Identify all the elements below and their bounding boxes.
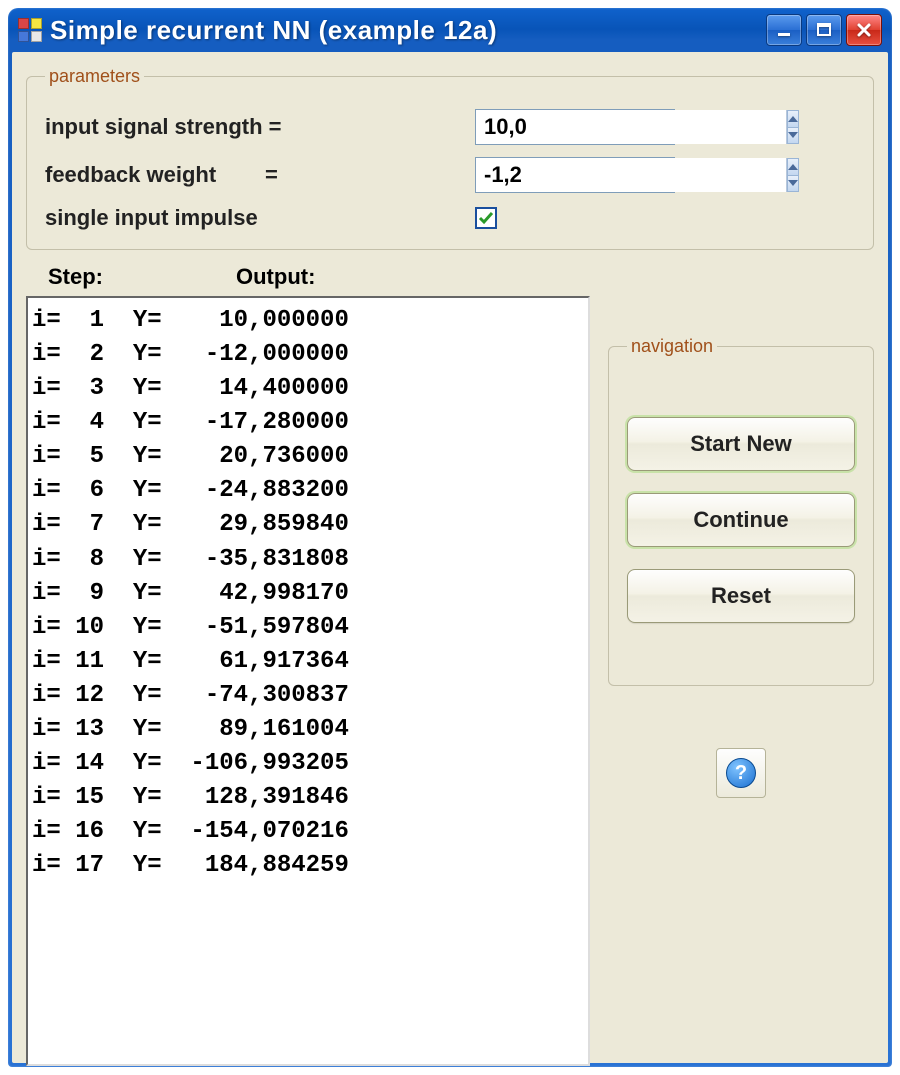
parameters-legend: parameters — [45, 66, 144, 87]
output-listbox[interactable]: i= 1 Y= 10,000000 i= 2 Y= -12,000000 i= … — [26, 296, 590, 1066]
window-controls — [766, 14, 882, 46]
start-new-button[interactable]: Start New — [627, 417, 855, 471]
reset-button[interactable]: Reset — [627, 569, 855, 623]
help-button[interactable]: ? — [716, 748, 766, 798]
app-icon — [18, 18, 42, 42]
navigation-legend: navigation — [627, 336, 717, 357]
feedback-weight-field[interactable] — [475, 157, 675, 193]
step-header: Step: — [48, 264, 236, 290]
output-header-row: Step: Output: — [26, 256, 874, 296]
help-icon: ? — [726, 758, 756, 788]
single-impulse-checkbox[interactable] — [475, 207, 497, 229]
single-impulse-label: single input impulse — [45, 205, 475, 231]
input-signal-up[interactable] — [787, 110, 799, 128]
app-window: Simple recurrent NN (example 12a) parame… — [8, 8, 892, 1067]
titlebar[interactable]: Simple recurrent NN (example 12a) — [12, 12, 888, 52]
navigation-group: navigation Start New Continue Reset — [608, 336, 874, 686]
input-signal-input[interactable] — [476, 110, 786, 144]
parameters-group: parameters input signal strength = feedb… — [26, 66, 874, 250]
feedback-weight-input[interactable] — [476, 158, 786, 192]
output-header: Output: — [236, 264, 315, 290]
window-title: Simple recurrent NN (example 12a) — [50, 15, 766, 46]
client-area: parameters input signal strength = feedb… — [12, 52, 888, 1063]
feedback-weight-up[interactable] — [787, 158, 799, 176]
input-signal-field[interactable] — [475, 109, 675, 145]
maximize-button[interactable] — [806, 14, 842, 46]
feedback-weight-down[interactable] — [787, 176, 799, 193]
continue-button[interactable]: Continue — [627, 493, 855, 547]
close-button[interactable] — [846, 14, 882, 46]
feedback-weight-label: feedback weight = — [45, 162, 475, 188]
input-signal-down[interactable] — [787, 128, 799, 145]
input-signal-label: input signal strength = — [45, 114, 475, 140]
minimize-button[interactable] — [766, 14, 802, 46]
